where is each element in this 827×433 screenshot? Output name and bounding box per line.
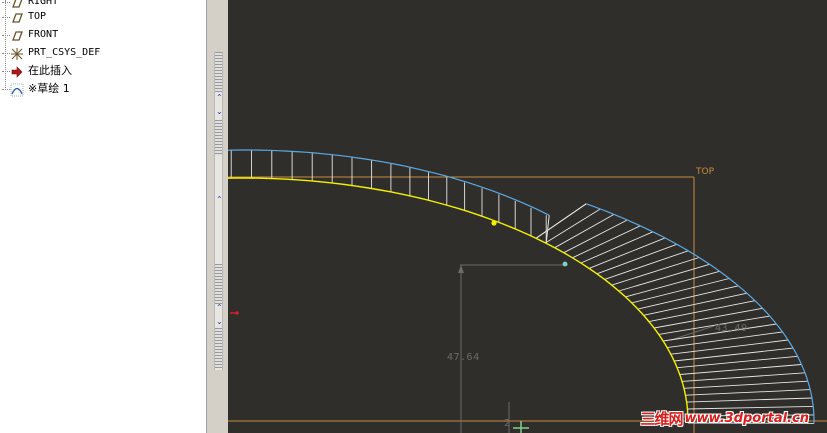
dimension-leader (670, 325, 715, 341)
datum-plane-icon (10, 10, 24, 24)
watermark-url: www.3dportal.cn (684, 410, 809, 426)
splitter-grip[interactable] (215, 264, 222, 304)
chevron-up-icon[interactable]: ⌃ (216, 94, 223, 102)
sketch-icon (10, 82, 24, 97)
origin-dot (235, 311, 239, 315)
insert-here-arrow-icon (10, 64, 24, 78)
hatch-line (681, 372, 806, 382)
hatch-line (685, 389, 811, 396)
outer-surface-arc-2 (586, 203, 815, 424)
splitter-grip[interactable] (215, 328, 222, 368)
tree-item-sketch[interactable]: ※草绘 1 (0, 80, 206, 98)
tree-item-csys[interactable]: PRT_CSYS_DEF (0, 44, 206, 62)
tree-item-label: ※草绘 1 (28, 82, 70, 95)
dimension-value-vertical[interactable]: 47.64 (447, 352, 480, 363)
hatch-line (686, 397, 813, 403)
coordinate-system-icon (10, 46, 24, 60)
tree-item-label: FRONT (28, 29, 59, 40)
datum-plane-icon (10, 28, 24, 42)
hatch-line (683, 380, 808, 389)
tree-item-label: TOP (28, 11, 47, 22)
tree-item-top[interactable]: TOP (0, 8, 206, 26)
hatch-line (670, 339, 789, 355)
chevron-up-icon[interactable]: ⌃ (216, 196, 223, 204)
top-plane-tag: TOP (696, 167, 715, 177)
splitter-grip[interactable] (215, 120, 222, 156)
outer-surface-arc-1 (228, 149, 550, 216)
tree-item-front[interactable]: FRONT (0, 26, 206, 44)
sketch-point (491, 220, 497, 226)
watermark-chinese: 三维网 (640, 409, 684, 428)
chevron-up-icon[interactable]: ⌃ (216, 304, 223, 312)
sketch-curve (228, 177, 689, 424)
graphics-viewport[interactable]: TOP 47.64 43.49 2 三维网 www.3dportal.cn (228, 0, 827, 433)
dimension-arrowhead (458, 265, 464, 273)
splitter-track: ⌃ ⌄ ⌃ ⌃ ⌄ (214, 52, 223, 370)
tree-item-label: PRT_CSYS_DEF (28, 47, 101, 58)
sketch-geometry (228, 149, 827, 433)
chevron-down-icon[interactable]: ⌄ (216, 318, 223, 326)
site-watermark: 三维网 www.3dportal.cn (640, 409, 810, 428)
model-tree-panel: RIGHT TOP FRONT PRT_CSYS_DEF 在此插入 ※草绘 1 (0, 0, 206, 433)
hatch-section-2 (535, 203, 815, 424)
sketch-point (562, 261, 568, 267)
tree-item-label: 在此插入 (28, 64, 72, 77)
hatch-line (667, 331, 783, 349)
dimension-value-bottom[interactable]: 2 (504, 418, 511, 429)
dimension-value-radial[interactable]: 43.49 (715, 323, 748, 334)
splitter-grip[interactable] (215, 52, 222, 92)
chevron-down-icon[interactable]: ⌄ (216, 108, 223, 116)
tree-item-insert-here[interactable]: 在此插入 (0, 62, 206, 80)
hatch-line (674, 347, 794, 362)
panel-splitter[interactable]: ⌃ ⌄ ⌃ ⌃ ⌄ (206, 0, 229, 433)
hatch-section-1 (230, 150, 547, 244)
